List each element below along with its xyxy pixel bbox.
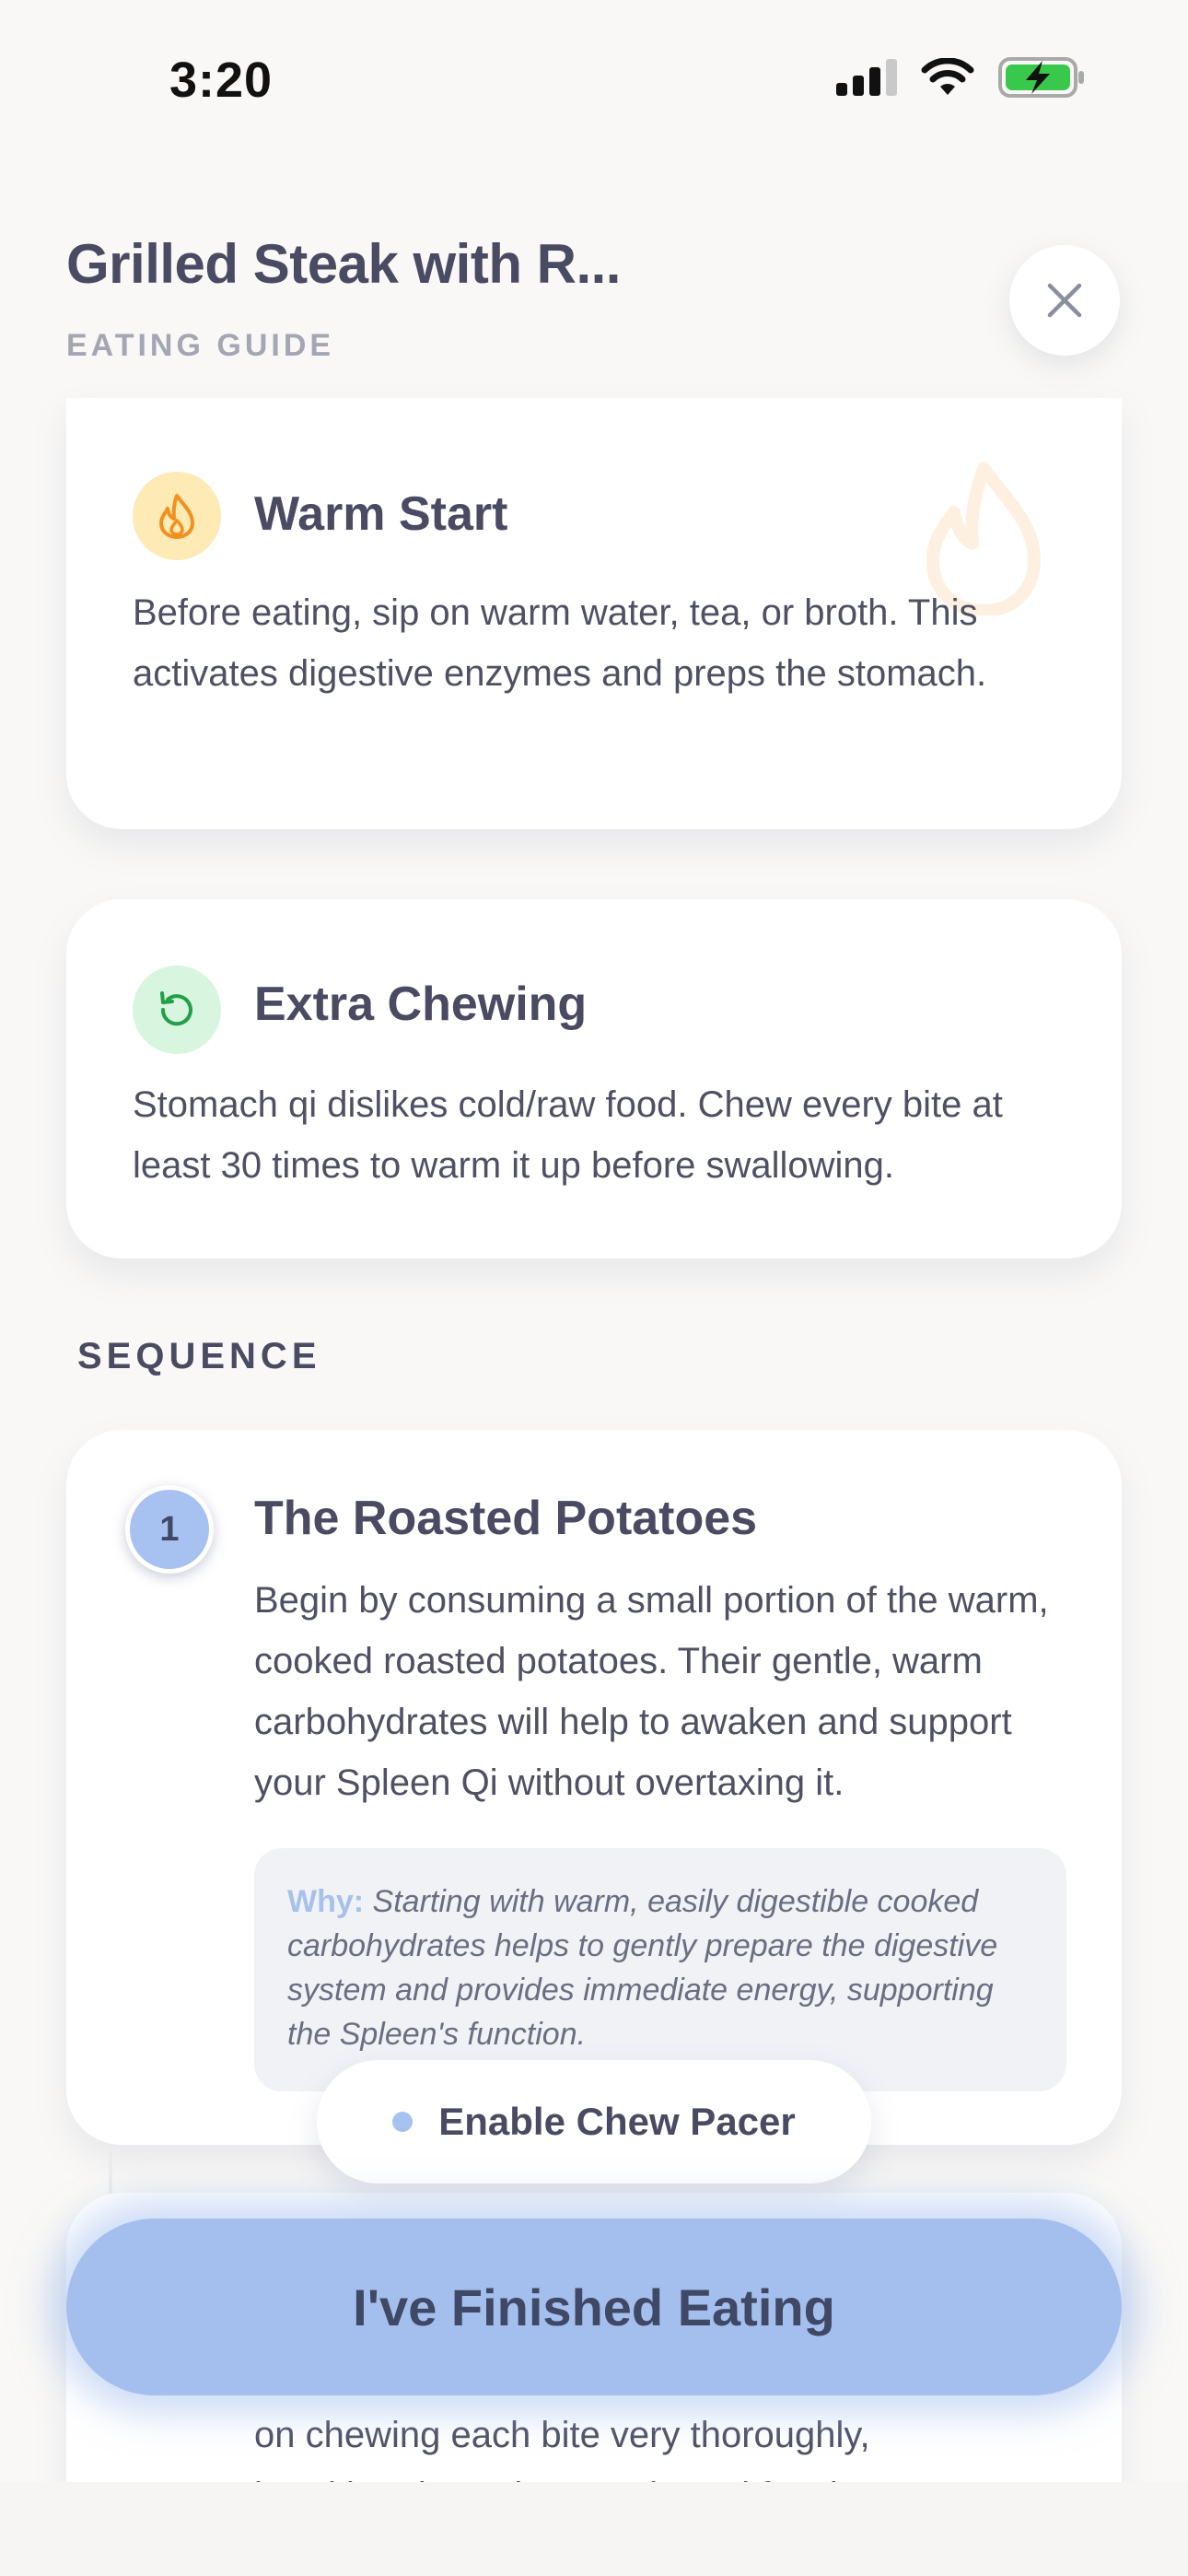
flame-icon [159,494,194,539]
sequence-step-card: 1 The Roasted Potatoes Begin by consumin… [66,1430,1122,2145]
wifi-icon [921,58,974,95]
close-button[interactable] [1009,245,1120,356]
enable-chew-pacer-button[interactable]: Enable Chew Pacer [317,2060,871,2184]
status-time: 3:20 [169,53,274,108]
finished-eating-button[interactable]: I've Finished Eating [66,2219,1122,2395]
next-step-line: on chewing each bite very thoroughly, [254,2415,870,2455]
close-icon [1047,283,1082,318]
step-number-badge: 1 [125,1485,214,1574]
page-subtitle: EATING GUIDE [66,328,335,363]
tip-body: Stomach qi dislikes cold/raw food. Chew … [133,1084,1003,1186]
tip-title: Warm Start [254,487,508,541]
why-label: Why: [287,1884,365,1919]
tip-card-extra-chewing: Extra Chewing Stomach qi dislikes cold/r… [66,899,1122,1259]
refresh-icon-badge [133,966,221,1054]
eating-guide-screen: 3:20 Grilled Steak with R... EATING GUID… [0,0,1188,2576]
why-text: Starting with warm, easily digestible co… [287,1884,998,2052]
status-dot-icon [392,2112,413,2132]
timeline-connector [109,2145,112,2200]
bottom-safe-area [0,2482,1188,2576]
tip-title: Extra Chewing [254,978,588,1031]
battery-charging-icon [998,57,1084,98]
status-icons [836,57,1085,98]
why-explanation: Why: Starting with warm, easily digestib… [254,1848,1066,2091]
step-title: The Roasted Potatoes [254,1492,758,1545]
flame-icon-badge [133,472,221,560]
tip-body: Before eating, sip on warm water, tea, o… [133,592,987,694]
refresh-icon [160,991,192,1026]
section-label-sequence: SEQUENCE [77,1336,321,1376]
tip-card-warm-start: Warm Start Before eating, sip on warm wa… [66,398,1122,829]
page-title: Grilled Steak with R... [66,233,621,295]
chew-pacer-label: Enable Chew Pacer [438,2100,796,2143]
signal-icon [836,59,897,96]
step-body: Begin by consuming a small portion of th… [254,1580,1049,1803]
